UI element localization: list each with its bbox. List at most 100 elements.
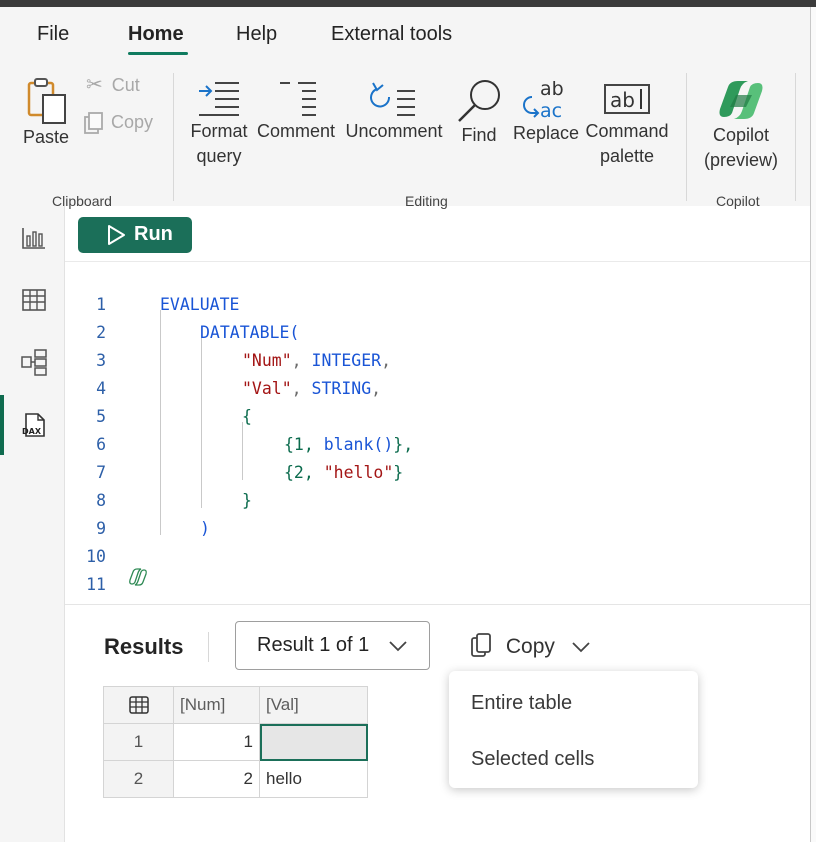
code-line: { (242, 407, 252, 426)
chevron-down-icon (389, 641, 407, 652)
copilot-icon (719, 81, 763, 119)
code-token: INTEGER (311, 351, 382, 370)
line-number: 10 (86, 547, 106, 566)
copy-icon (471, 633, 491, 657)
table-header-row: [Num] [Val] (103, 686, 368, 724)
code-token: ) (200, 519, 210, 538)
format-query-button[interactable]: Format query (188, 79, 250, 169)
cut-label: Cut (111, 75, 140, 95)
code-line: "Val", STRING, (242, 379, 381, 398)
indent-guide (242, 422, 243, 480)
code-token: "Val" (242, 379, 292, 398)
menu-item-selected-cells[interactable]: Selected cells (471, 748, 594, 771)
copy-results-button[interactable]: Copy (470, 632, 591, 659)
code-token: } (393, 463, 404, 482)
paste-button[interactable]: Paste (20, 75, 72, 150)
code-token: blank() (323, 435, 394, 454)
row-index-cell[interactable]: 1 (103, 723, 174, 761)
code-token: }, (393, 435, 414, 454)
code-line: ) (200, 519, 210, 538)
copilot-button[interactable]: Copilot (preview) (700, 77, 782, 173)
code-token: { (242, 407, 252, 426)
indent-guide (201, 338, 202, 508)
copy-icon (84, 112, 103, 135)
column-header-num[interactable]: [Num] (173, 686, 260, 724)
line-number: 3 (96, 351, 106, 370)
model-view-icon[interactable] (20, 348, 48, 376)
window-top-bar (0, 0, 816, 7)
code-token: "hello" (323, 463, 394, 482)
dax-query-view-icon[interactable]: DAX (20, 411, 48, 439)
row-index-cell[interactable]: 2 (103, 760, 174, 798)
tab-home[interactable]: Home (128, 23, 184, 46)
comment-button[interactable]: Comment (254, 79, 338, 144)
code-token: EVALUATE (160, 295, 240, 314)
line-number: 9 (96, 519, 106, 538)
results-divider-vertical (208, 632, 209, 662)
svg-text:DAX: DAX (22, 427, 42, 436)
uncomment-button[interactable]: Uncomment (341, 79, 447, 144)
command-palette-button[interactable]: ab Command palette (583, 79, 671, 169)
val-cell-selected[interactable] (259, 723, 368, 761)
table-icon (128, 696, 149, 714)
group-label-copilot: Copilot (716, 193, 760, 209)
line-number: 1 (96, 295, 106, 314)
ribbon-divider (173, 73, 174, 201)
copilot-inline-icon[interactable] (128, 568, 148, 586)
replace-label: Replace (512, 123, 580, 143)
replace-button[interactable]: ab ac Replace (512, 79, 580, 146)
code-token: DATATABLE( (200, 323, 300, 342)
code-token: STRING (311, 379, 372, 398)
select-all-cell[interactable] (103, 686, 174, 724)
code-token: } (242, 491, 252, 510)
results-table: [Num] [Val] 1 1 2 2 hello (103, 686, 368, 798)
results-divider (65, 604, 810, 605)
table-view-icon[interactable] (20, 286, 48, 314)
table-row: 2 2 hello (103, 760, 368, 798)
tab-help[interactable]: Help (236, 23, 277, 46)
tab-file[interactable]: File (37, 23, 69, 46)
play-icon (108, 225, 125, 245)
num-cell[interactable]: 2 (173, 760, 260, 798)
active-view-indicator (0, 395, 4, 455)
code-line: {2, "hello"} (284, 463, 403, 482)
dax-code-editor[interactable]: 1 EVALUATE 2 DATATABLE(3 "Num", INTEGER, 4 "Va… (66, 262, 810, 602)
code-line: "Num", INTEGER, (242, 351, 391, 370)
code-token: "Num" (242, 351, 292, 370)
line-number: 6 (96, 435, 106, 454)
table-row: 1 1 (103, 723, 368, 761)
code-token: {2, (284, 463, 324, 482)
run-button[interactable]: Run (78, 217, 192, 253)
menu-item-entire-table[interactable]: Entire table (471, 692, 572, 715)
code-token: , (371, 379, 382, 398)
code-line: {1, blank()}, (284, 435, 413, 454)
copy-results-label: Copy (505, 635, 555, 658)
command-palette-icon: ab (604, 84, 650, 114)
results-title: Results (104, 634, 184, 659)
svg-text:ac: ac (540, 100, 562, 121)
num-cell[interactable]: 1 (173, 723, 260, 761)
copy-label: Copy (111, 112, 154, 132)
tab-external-tools[interactable]: External tools (331, 23, 452, 46)
scissors-icon: ✂ (86, 74, 103, 96)
line-number: 11 (86, 575, 106, 594)
copy-button[interactable]: Copy (82, 110, 172, 135)
report-view-icon[interactable] (20, 224, 48, 252)
column-header-val[interactable]: [Val] (259, 686, 368, 724)
find-button[interactable]: Find (455, 77, 503, 148)
format-icon (199, 82, 239, 116)
code-line: DATATABLE( (200, 323, 299, 342)
chevron-down-icon (572, 642, 590, 653)
indent-guide (160, 310, 161, 535)
comment-label: Comment (256, 121, 336, 141)
search-icon (458, 80, 500, 122)
svg-text:ab: ab (610, 88, 635, 112)
result-selector-dropdown[interactable]: Result 1 of 1 (235, 621, 430, 670)
code-line: EVALUATE (160, 295, 239, 314)
replace-icon: ab ac (523, 79, 564, 121)
cut-button[interactable]: ✂ Cut (86, 73, 166, 98)
code-line: } (242, 491, 252, 510)
val-cell[interactable]: hello (259, 760, 368, 798)
find-label: Find (461, 125, 497, 145)
uncomment-label: Uncomment (345, 121, 443, 141)
